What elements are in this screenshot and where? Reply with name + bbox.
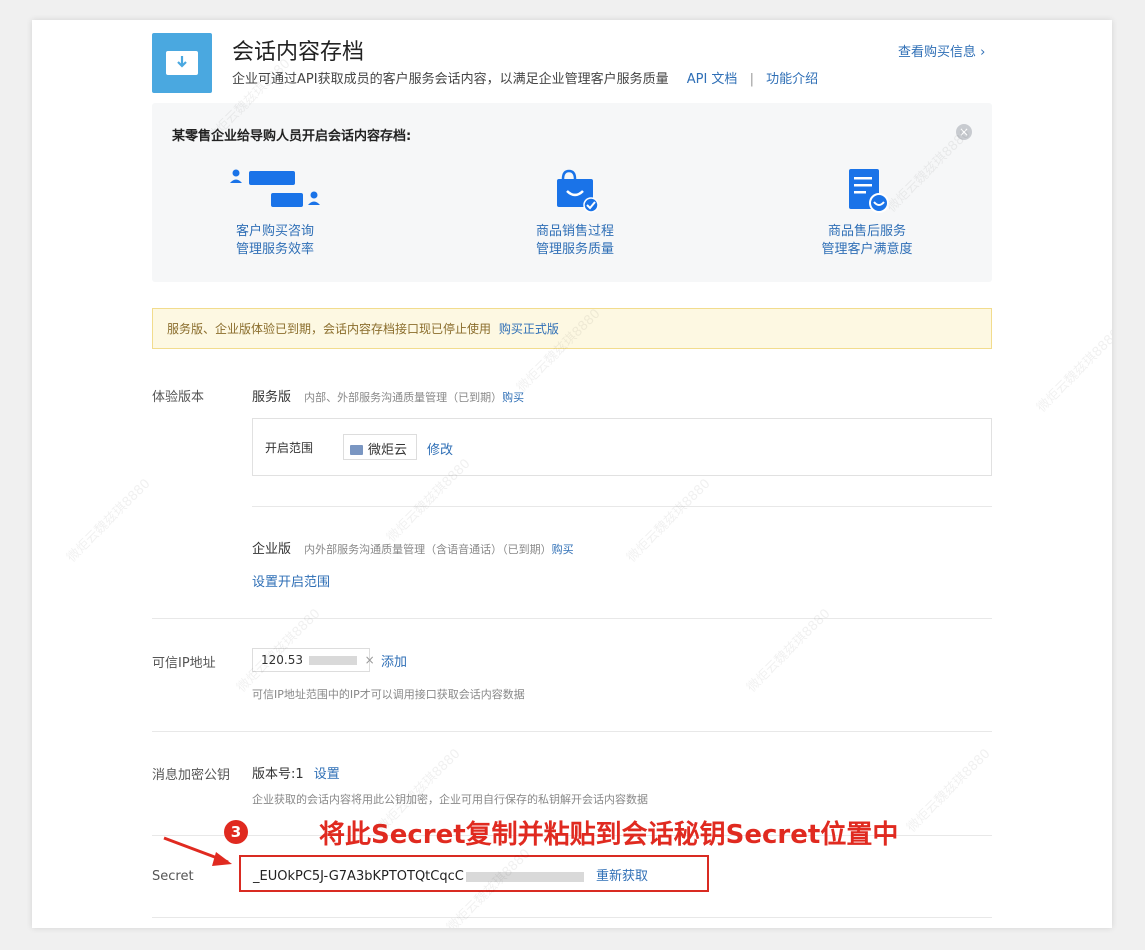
key-version-row: 版本号:1 设置 [252,763,340,782]
plan-divider [252,506,992,507]
feature-intro-link[interactable]: 功能介绍 [766,72,818,87]
annotation-text: 将此Secret复制并粘贴到会话秘钥Secret位置中 [319,820,899,850]
archive-app-icon [152,33,212,93]
section-divider [152,731,992,732]
scope-department-chip: 微炬云 [343,434,417,460]
link-separator: | [749,72,754,87]
subtitle-text: 企业可通过API获取成员的客户服务会话内容，以满足企业管理客户服务质量 [232,72,669,87]
remove-ip-icon[interactable]: × [365,653,375,667]
feature-sales-line1: 商品销售过程 [535,224,614,239]
watermark: 微炬云魏兹琪8880 [64,476,154,566]
enterprise-plan-name: 企业版 [252,542,292,557]
public-key-label: 消息加密公钥 [152,768,231,783]
ip-help-text: 可信IP地址范围中的IP才可以调用接口获取会话内容数据 [252,688,525,701]
notice-text: 服务版、企业版体验已到期，会话内容存档接口现已停止使用 [167,322,492,336]
feature-aftersale: 商品售后服务 管理客户满意度 [767,167,967,259]
feature-consult-line1: 客户购买咨询 [235,224,314,239]
secret-field[interactable]: _EUOkPC5J-G7A3bKPTOTQtCqcC 重新获取 [239,855,709,892]
key-version: 版本号:1 [252,767,304,782]
scope-department-name: 微炬云 [368,443,408,458]
page-title: 会话内容存档 [232,40,365,65]
service-plan-name: 服务版 [252,390,292,405]
buy-official-link[interactable]: 购买正式版 [499,322,559,336]
enterprise-plan-desc: 内外部服务沟通质量管理（含语音通话）（已到期） [304,543,552,556]
section-divider [152,618,992,619]
feature-sales-line2: 管理服务质量 [535,242,614,257]
section-divider [152,917,992,918]
service-buy-link[interactable]: 购买 [502,391,524,404]
annotation-arrow-icon [163,836,232,866]
trial-version-label: 体验版本 [152,390,205,405]
enterprise-plan-row: 企业版 内外部服务沟通质量管理（含语音通话）（已到期）购买 [252,538,574,557]
set-scope-link[interactable]: 设置开启范围 [252,571,330,590]
service-plan-row: 服务版 内部、外部服务沟通质量管理（已到期）购买 [252,386,524,405]
shopping-bag-icon [475,167,675,215]
chat-icon [175,167,375,215]
view-purchase-info-link[interactable]: 查看购买信息 › [898,41,985,60]
scope-label: 开启范围 [265,441,314,455]
document-smile-icon [767,167,967,215]
enterprise-buy-link[interactable]: 购买 [552,543,574,556]
service-scope-box: 开启范围 微炬云 修改 [252,418,992,476]
key-help-text: 企业获取的会话内容将用此公钥加密，企业可用自行保存的私钥解开会话内容数据 [252,793,648,806]
feature-consult: 客户购买咨询 管理服务效率 [175,167,375,259]
watermark: 微炬云魏兹琪8880 [624,476,714,566]
feature-aftersale-line2: 管理客户满意度 [821,242,913,257]
feature-sales: 商品销售过程 管理服务质量 [475,167,675,259]
content-page: 会话内容存档 企业可通过API获取成员的客户服务会话内容，以满足企业管理客户服务… [32,20,1112,928]
edit-scope-link[interactable]: 修改 [427,439,453,458]
trusted-ip-label: 可信IP地址 [152,656,216,671]
service-plan-desc: 内部、外部服务沟通质量管理（已到期） [304,391,503,404]
secret-value: _EUOkPC5J-G7A3bKPTOTQtCqcC [253,869,464,884]
folder-icon [350,445,363,455]
feature-consult-line2: 管理服务效率 [235,242,314,257]
api-doc-link[interactable]: API 文档 [687,72,738,87]
page-subtitle: 企业可通过API获取成员的客户服务会话内容，以满足企业管理客户服务质量 API … [232,68,818,87]
watermark: 微炬云魏兹琪8880 [904,746,994,836]
promo-panel: 某零售企业给导购人员开启会话内容存档: × 客户购买咨询 管理服务效率 商品销售… [152,103,992,282]
set-key-link[interactable]: 设置 [314,767,340,782]
feature-aftersale-line1: 商品售后服务 [827,224,906,239]
regenerate-secret-link[interactable]: 重新获取 [596,869,648,884]
redacted-ip [308,656,357,665]
watermark: 微炬云魏兹琪8880 [1034,326,1112,416]
add-ip-link[interactable]: 添加 [381,651,407,670]
